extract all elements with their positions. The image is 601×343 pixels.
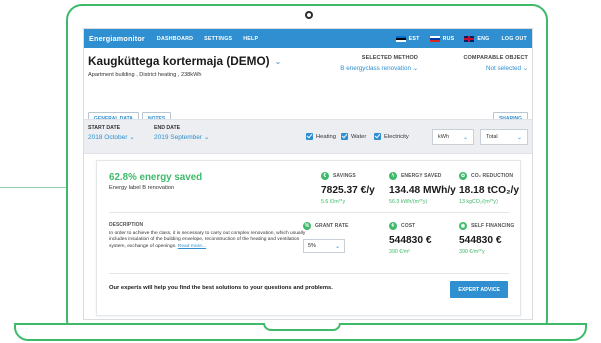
experts-text: Our experts will help you find the best …: [109, 285, 333, 291]
logout-link[interactable]: LOG OUT: [501, 36, 527, 42]
selected-method: SELECTED METHOD B energyclass renovation…: [340, 55, 418, 72]
lang-rus[interactable]: RUS: [429, 35, 455, 42]
description-label: DESCRIPTION: [109, 222, 144, 228]
bolt-icon: ϟ: [389, 172, 397, 180]
checkbox-checked-icon: [306, 133, 313, 140]
laptop-base: [14, 323, 587, 341]
estonia-flag-icon: [395, 35, 406, 42]
lang-est[interactable]: EST: [395, 35, 420, 42]
start-date-dropdown[interactable]: 2018 October ⌄: [88, 133, 135, 141]
chevron-down-icon: ⌄: [412, 65, 418, 72]
app-screen: Energiamonitor DASHBOARD SETTINGS HELP E…: [83, 28, 533, 320]
expert-advice-button[interactable]: EXPERT ADVICE: [450, 281, 508, 298]
self-financing-metric: ◉ SELF FINANCING 544830 € 390 €/m²*y: [459, 222, 515, 255]
chevron-down-icon: ⌄: [522, 65, 528, 72]
checkbox-checked-icon: [341, 133, 348, 140]
chevron-down-icon: ⌄: [334, 243, 340, 250]
chevron-down-icon: ⌄: [516, 134, 522, 141]
euro-icon: €: [321, 172, 329, 180]
unit-select[interactable]: kWh ⌄: [432, 129, 474, 145]
nav-help[interactable]: HELP: [243, 36, 258, 42]
co2-reduction-metric: ✿ CO₂ REDUCTION 18.18 tCO₂/y 13 kgCO₂/(m²…: [459, 172, 520, 205]
uk-flag-icon: [464, 35, 475, 42]
start-date-label: START DATE: [88, 125, 121, 131]
energy-saved-headline: 62.8% energy saved: [109, 172, 203, 183]
energy-label: Energy label B renovation: [109, 185, 175, 191]
lang-eng[interactable]: ENG: [464, 35, 489, 42]
savings-metric: € SAVINGS 7825.37 €/y 5.6 €/m²*y: [321, 172, 375, 205]
water-checkbox[interactable]: Water: [341, 133, 366, 140]
method-dropdown[interactable]: B energyclass renovation ⌄: [340, 65, 418, 72]
top-nav-bar: Energiamonitor DASHBOARD SETTINGS HELP E…: [84, 29, 532, 48]
nav-settings[interactable]: SETTINGS: [204, 36, 232, 42]
energy-saved-metric: ϟ ENERGY SAVED 134.48 MWh/y 56.3 kWh/(m²*…: [389, 172, 456, 205]
electricity-checkbox[interactable]: Electricity: [374, 133, 409, 140]
comparable-object: COMPARABLE OBJECT Not selected ⌄: [463, 55, 528, 72]
leaf-icon: ✿: [459, 172, 467, 180]
coin-icon: ¢: [389, 222, 397, 230]
divider: [109, 212, 509, 213]
read-more-link[interactable]: Read more...: [178, 244, 206, 249]
compare-dropdown[interactable]: Not selected ⌄: [463, 65, 528, 72]
laptop-notch: [263, 323, 341, 331]
checkbox-checked-icon: [374, 133, 381, 140]
brand-logo[interactable]: Energiamonitor: [89, 34, 145, 43]
filter-bar: START DATE 2018 October ⌄ END DATE 2019 …: [84, 119, 532, 154]
result-card: 62.8% energy saved Energy label B renova…: [96, 160, 521, 316]
building-title[interactable]: Kaugküttega kortermaja (DEMO) ⌄: [88, 54, 528, 68]
camera-icon: [305, 11, 313, 19]
grant-rate-label: % GRANT RATE: [303, 222, 349, 230]
end-date-label: END DATE: [154, 125, 181, 131]
building-header: Kaugküttega kortermaja (DEMO) ⌄ Apartmen…: [84, 48, 532, 128]
chevron-down-icon: ⌄: [462, 134, 468, 141]
grant-rate-select[interactable]: 5% ⌄: [303, 239, 345, 253]
description-text: In order to achieve the class, it is nec…: [109, 231, 306, 249]
nav-dashboard[interactable]: DASHBOARD: [157, 36, 193, 42]
russia-flag-icon: [429, 35, 440, 42]
chevron-down-icon: ⌄: [129, 134, 135, 141]
wallet-icon: ◉: [459, 222, 467, 230]
end-date-dropdown[interactable]: 2019 September ⌄: [154, 133, 209, 141]
gift-icon: %: [303, 222, 311, 230]
decorative-line: [0, 187, 68, 188]
building-subtitle: Apartment building , District heating , …: [88, 72, 202, 78]
chevron-down-icon[interactable]: ⌄: [275, 57, 282, 66]
heating-checkbox[interactable]: Heating: [306, 133, 336, 140]
divider: [109, 273, 509, 274]
aggregate-select[interactable]: Total ⌄: [480, 129, 528, 145]
chevron-down-icon: ⌄: [203, 134, 210, 141]
cost-metric: ¢ COST 544830 € 390 €/m²: [389, 222, 432, 255]
